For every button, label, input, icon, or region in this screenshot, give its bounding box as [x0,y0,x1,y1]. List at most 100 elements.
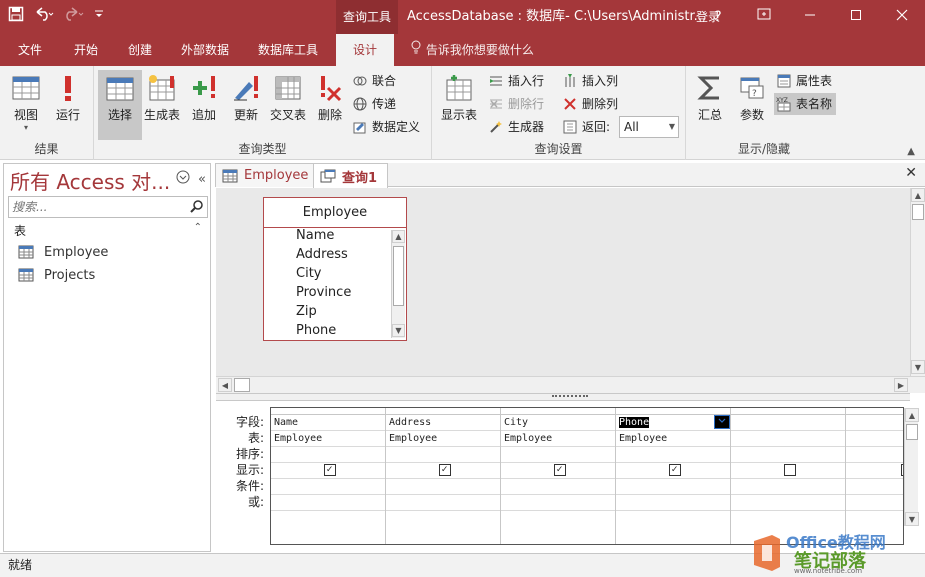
grid-cell-table[interactable]: Employee [501,431,615,447]
column-selector[interactable] [616,408,730,415]
scroll-up-icon[interactable]: ▲ [905,408,919,422]
field-item-phone[interactable]: Phone [296,323,336,338]
undo-icon[interactable] [34,6,54,28]
customize-qat-icon[interactable] [94,6,104,28]
show-checkbox[interactable]: ✓ [668,464,681,476]
grid-cell-criteria[interactable] [501,479,615,495]
collapse-ribbon-icon[interactable]: ▲ [907,146,915,157]
view-button[interactable]: 视图 ▾ [4,70,48,140]
grid-cell-field[interactable]: Address [386,415,500,431]
grid-cell-or[interactable] [846,495,903,511]
grid-cell-or[interactable] [386,495,500,511]
show-checkbox[interactable]: ✓ [438,464,451,476]
scroll-up-icon[interactable]: ▲ [392,230,405,243]
grid-cell-table[interactable]: Employee [386,431,500,447]
field-list-title[interactable]: Employee [264,198,406,228]
tab-home[interactable]: 开始 [62,34,110,66]
field-item-zip[interactable]: Zip [296,304,317,319]
grid-cell-sort[interactable] [846,447,903,463]
grid-vertical-scrollbar[interactable]: ▲ ▼ [904,408,919,526]
property-sheet-button[interactable]: 属性表 [776,70,832,92]
doc-tab-employee[interactable]: Employee [215,163,320,187]
tell-me-box[interactable]: 告诉我你想要做什么 [410,34,534,66]
grid-cell-sort[interactable] [271,447,385,463]
shutter-bar-collapse-icon[interactable]: « [198,172,206,187]
select-query-button[interactable]: 选择 [98,70,142,140]
search-icon[interactable] [190,199,204,216]
union-button[interactable]: 联合 [352,70,396,92]
save-icon[interactable] [8,6,24,28]
upper-vertical-scrollbar[interactable]: ▲ ▼ [910,188,925,376]
grid-cell-sort[interactable] [501,447,615,463]
totals-button[interactable]: 汇总 [690,70,730,140]
scroll-right-icon[interactable]: ▶ [894,378,908,392]
nav-item-projects[interactable]: Projects [18,265,95,285]
delete-query-button[interactable]: 删除 [308,70,352,140]
nav-menu-chevron-icon[interactable] [176,170,190,188]
insert-rows-button[interactable]: 插入行 [488,70,544,92]
grid-cell-field[interactable]: Name [271,415,385,431]
column-selector[interactable] [501,408,615,415]
builder-button[interactable]: 生成器 [488,116,544,138]
crosstab-button[interactable]: 交叉表 [266,70,310,140]
grid-cell-sort[interactable] [731,447,845,463]
grid-cell-or[interactable] [731,495,845,511]
delete-columns-button[interactable]: 删除列 [562,93,618,115]
scroll-down-icon[interactable]: ▼ [911,360,925,374]
ribbon-display-icon[interactable] [741,0,787,34]
grid-cell-sort[interactable] [386,447,500,463]
close-document-icon[interactable]: ✕ [905,165,917,181]
grid-cell-sort[interactable] [616,447,730,463]
grid-cell-field[interactable]: City [501,415,615,431]
field-item-province[interactable]: Province [296,285,351,300]
show-checkbox[interactable]: ✓ [553,464,566,476]
grid-cell-field-selected[interactable]: Phone [616,415,730,431]
scroll-thumb[interactable] [906,424,918,440]
maximize-icon[interactable] [833,0,879,34]
grid-cell-criteria[interactable] [616,479,730,495]
column-selector[interactable] [846,408,903,415]
return-select[interactable]: All ▼ [619,116,679,138]
splitter-grip[interactable] [552,395,588,398]
scroll-down-icon[interactable]: ▼ [392,324,405,337]
help-button[interactable]: ? [695,0,741,34]
column-selector[interactable] [386,408,500,415]
field-item-address[interactable]: Address [296,247,348,262]
show-checkbox[interactable] [783,464,796,476]
tab-design[interactable]: 设计 [336,34,394,66]
upper-horizontal-scrollbar[interactable]: ◀ ▶ [216,376,925,393]
field-item-name[interactable]: Name [296,228,334,243]
field-item-city[interactable]: City [296,266,321,281]
grid-cell-field[interactable] [731,415,845,431]
nav-search-box[interactable] [8,196,208,218]
make-table-button[interactable]: 生成表 [140,70,184,140]
tab-external-data[interactable]: 外部数据 [172,34,238,66]
scroll-down-icon[interactable]: ▼ [905,512,919,526]
update-button[interactable]: 更新 [224,70,268,140]
show-table-button[interactable]: 显示表 [436,70,482,140]
run-button[interactable]: 运行 [46,70,90,140]
grid-cell-or[interactable] [501,495,615,511]
tab-file[interactable]: 文件 [6,34,54,66]
insert-columns-button[interactable]: 插入列 [562,70,618,92]
grid-cell-table[interactable] [846,431,903,447]
chevron-up-icon[interactable]: ⌃ [194,222,202,233]
grid-cell-or[interactable] [616,495,730,511]
nav-pane-title[interactable]: 所有 Access 对... [10,166,170,195]
employee-field-list[interactable]: Employee Name Address City Province Zip … [263,197,407,341]
field-list-scrollbar[interactable]: ▲ ▼ [391,230,405,338]
scroll-up-icon[interactable]: ▲ [911,188,925,202]
pass-through-button[interactable]: 传递 [352,93,396,115]
tab-create[interactable]: 创建 [116,34,164,66]
scroll-thumb[interactable] [393,246,404,306]
grid-cell-or[interactable] [271,495,385,511]
column-selector[interactable] [731,408,845,415]
grid-cell-field[interactable] [846,415,903,431]
doc-tab-query1[interactable]: 查询1 [313,163,389,188]
grid-cell-criteria[interactable] [846,479,903,495]
nav-section-tables[interactable]: 表 ⌃ [14,222,204,239]
pane-splitter[interactable] [216,393,910,401]
data-definition-button[interactable]: 数据定义 [352,116,420,138]
scroll-left-icon[interactable]: ◀ [218,378,232,392]
h-scroll-thumb[interactable] [234,378,250,392]
